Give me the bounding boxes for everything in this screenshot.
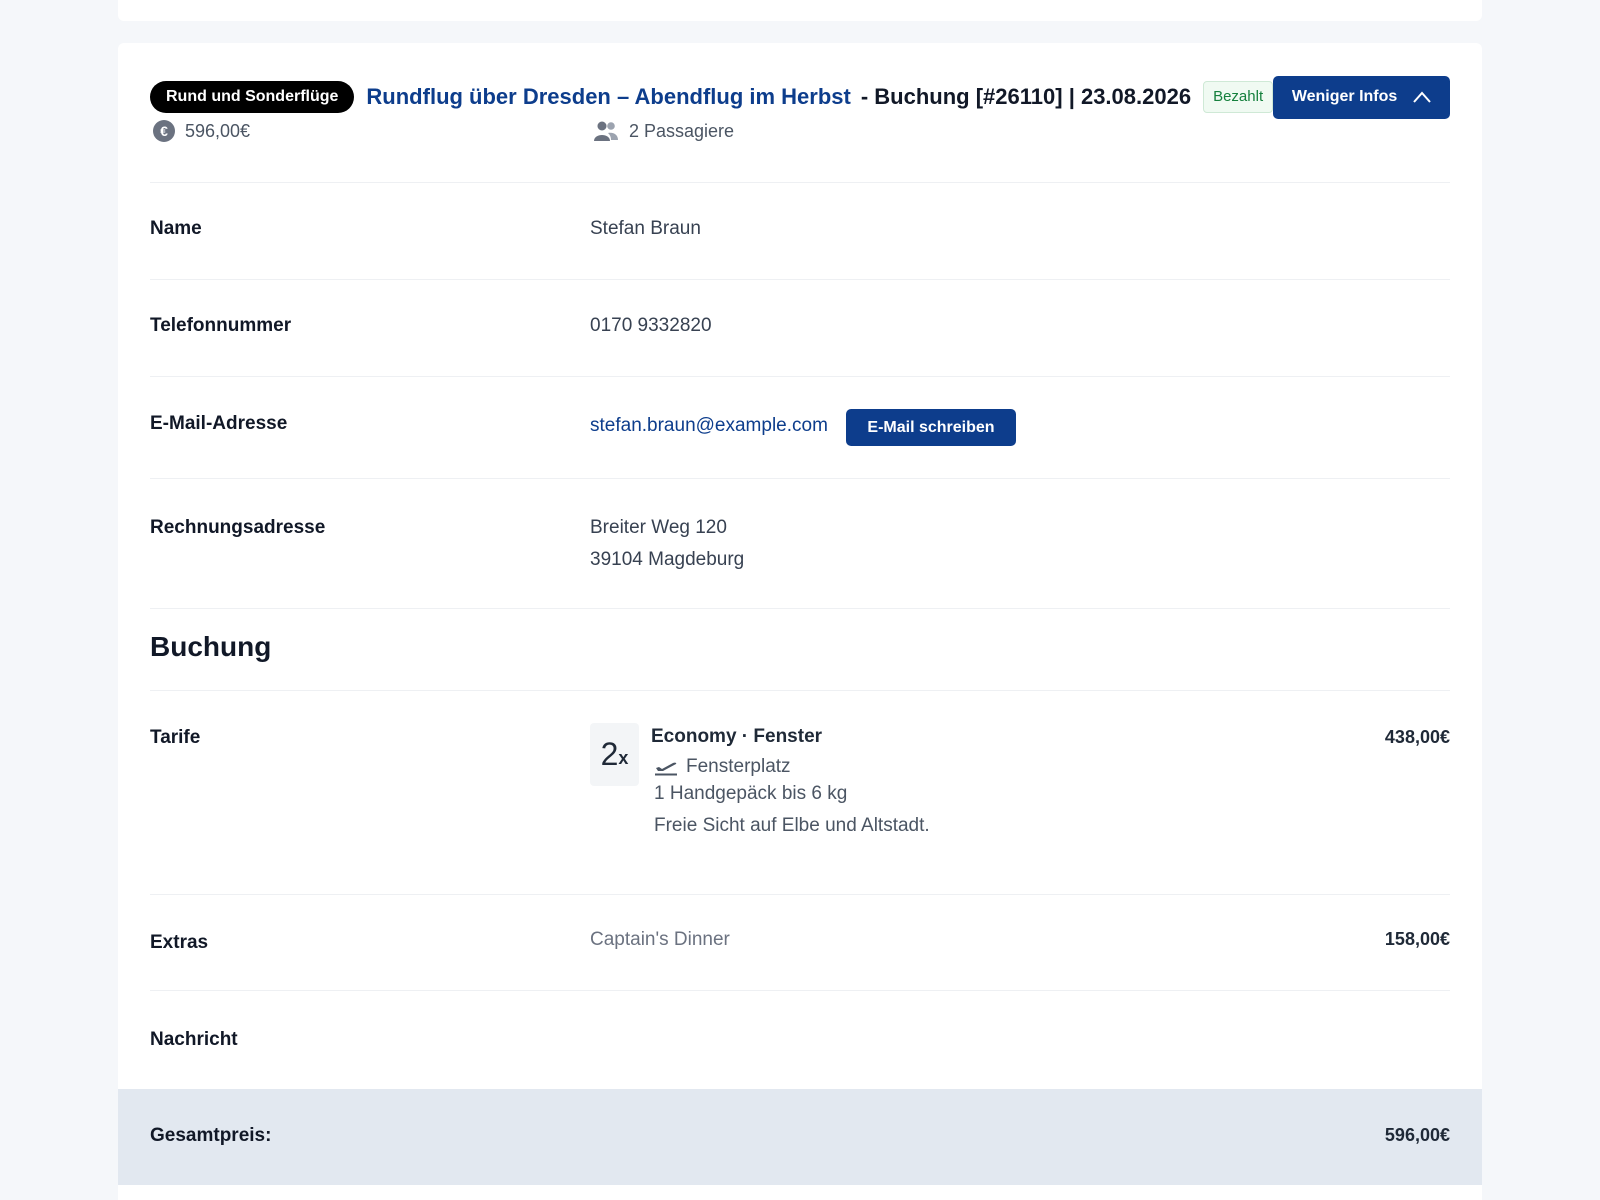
- divider: [150, 376, 1450, 377]
- phone-label: Telefonnummer: [150, 315, 292, 336]
- plane-takeoff-icon: [655, 762, 677, 776]
- category-badge: Rund und Sonderflüge: [150, 81, 355, 113]
- tariff-quantity: 2 x: [590, 723, 639, 786]
- address-street: Breiter Weg 120: [590, 517, 727, 538]
- divider: [150, 608, 1450, 609]
- passenger-summary: 2 Passagiere: [593, 120, 734, 142]
- tariff-price: 438,00€: [1384, 727, 1450, 747]
- customer-email-link[interactable]: stefan.braun@example.com: [590, 415, 828, 437]
- billing-address-label: Rechnungsadresse: [150, 517, 326, 538]
- divider: [150, 990, 1450, 991]
- previous-booking-card: [118, 0, 1482, 21]
- address-city: 39104 Magdeburg: [590, 549, 745, 570]
- email-label: E-Mail-Adresse: [150, 413, 288, 434]
- less-info-label: Weniger Infos: [1291, 88, 1398, 105]
- price-summary: € 596,00€: [153, 120, 250, 142]
- tariff-quantity-suffix: x: [618, 748, 629, 768]
- euro-icon: €: [153, 120, 175, 142]
- users-icon: [594, 121, 618, 141]
- extras-price: 158,00€: [1384, 929, 1450, 949]
- write-email-button[interactable]: E-Mail schreiben: [846, 409, 1016, 446]
- total-price-value: 596,00€: [1384, 1125, 1450, 1145]
- divider: [150, 690, 1450, 691]
- flight-title-link[interactable]: Rundflug über Dresden – Abendflug im Her…: [366, 84, 850, 110]
- tariff-description: Freie Sicht auf Elbe und Altstadt.: [654, 815, 930, 836]
- total-price-bar: Gesamtpreis: 596,00€: [118, 1089, 1482, 1185]
- booking-summary: € 596,00€ 2 Passagiere: [150, 120, 1450, 148]
- payment-status-badge: Bezahlt: [1203, 81, 1274, 113]
- customer-phone: 0170 9332820: [590, 315, 712, 336]
- tariffs-label: Tarife: [150, 727, 201, 748]
- divider: [150, 478, 1450, 479]
- tariff-seat-label: Fensterplatz: [686, 756, 791, 777]
- customer-name: Stefan Braun: [590, 218, 701, 239]
- divider: [150, 279, 1450, 280]
- tariff-name: Economy · Fenster: [651, 726, 823, 747]
- tariff-seat: Fensterplatz: [654, 756, 791, 778]
- divider: [150, 894, 1450, 895]
- passenger-count: 2 Passagiere: [629, 120, 735, 141]
- extras-label: Extras: [150, 932, 209, 953]
- divider: [150, 182, 1450, 183]
- booking-number-date: - Buchung [#26110] | 23.08.2026: [860, 84, 1192, 109]
- tariff-quantity-number: 2: [600, 736, 619, 772]
- chevron-up-icon: [1413, 91, 1432, 103]
- tariff-baggage: 1 Handgepäck bis 6 kg: [654, 783, 848, 804]
- booking-section-title: Buchung: [150, 631, 272, 662]
- price-summary-value: 596,00€: [185, 120, 251, 141]
- total-price-label: Gesamtpreis:: [150, 1125, 272, 1146]
- message-label: Nachricht: [150, 1029, 238, 1050]
- name-label: Name: [150, 218, 202, 239]
- booking-card: Rund und Sonderflüge Rundflug über Dresd…: [118, 43, 1482, 1200]
- booking-header: Rund und Sonderflüge Rundflug über Dresd…: [150, 75, 1450, 119]
- extras-value: Captain's Dinner: [590, 929, 730, 950]
- less-info-button[interactable]: Weniger Infos: [1273, 75, 1450, 119]
